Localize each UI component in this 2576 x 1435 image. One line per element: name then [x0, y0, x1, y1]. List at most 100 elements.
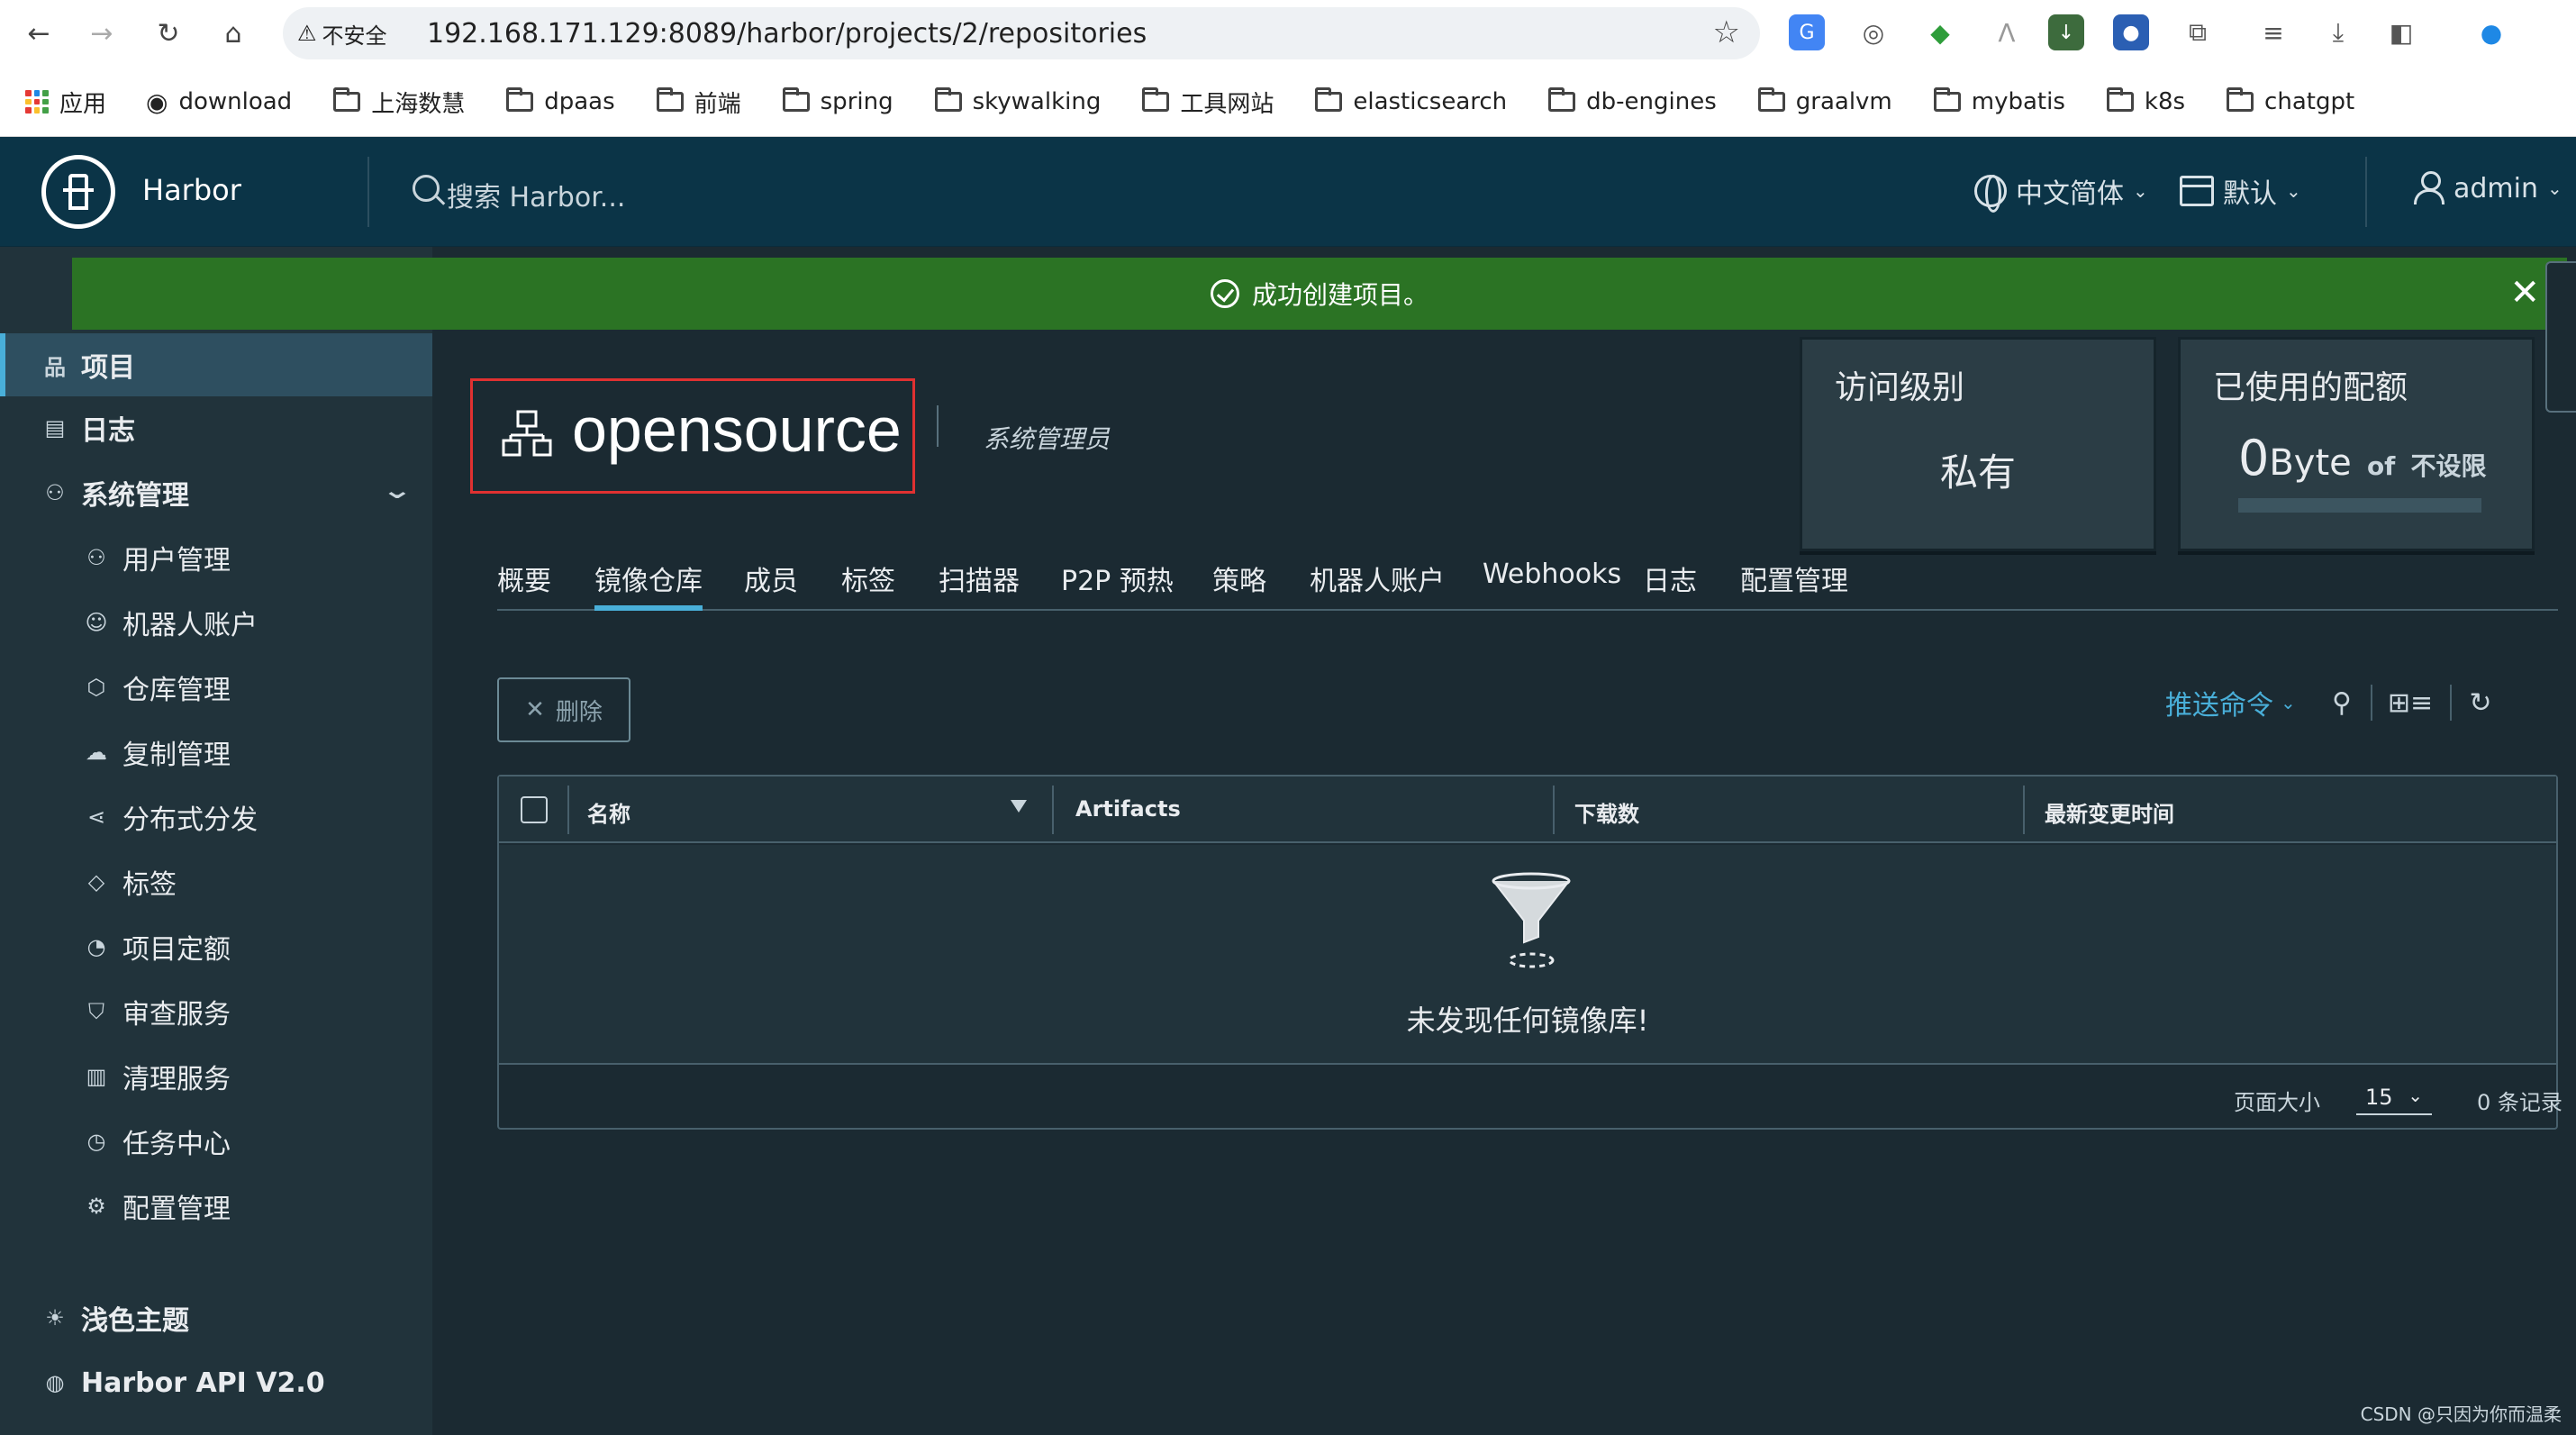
- tab-webhooks[interactable]: Webhooks: [1483, 559, 1621, 611]
- filter-icon[interactable]: [1011, 800, 1027, 813]
- tab-robot-accounts[interactable]: 机器人账户: [1310, 559, 1445, 611]
- tab-logs[interactable]: 日志: [1643, 559, 1697, 611]
- bookmark-mybatis[interactable]: mybatis: [1933, 87, 2065, 115]
- select-all-checkbox[interactable]: [521, 796, 548, 823]
- brand-name[interactable]: Harbor: [142, 173, 241, 207]
- datetime-format-selector[interactable]: 默认 ⌄: [2180, 171, 2301, 211]
- bookmark-elasticsearch[interactable]: elasticsearch: [1315, 87, 1507, 115]
- bookmark-dpaas[interactable]: dpaas: [506, 87, 615, 115]
- downloads-icon[interactable]: ⤓: [2320, 14, 2356, 50]
- sidebar-item-distributions[interactable]: ⋖ 分布式分发: [0, 786, 432, 849]
- tab-repositories[interactable]: 镜像仓库: [594, 559, 703, 611]
- tab-configuration[interactable]: 配置管理: [1740, 559, 1848, 611]
- tab-policy[interactable]: 策略: [1212, 559, 1266, 611]
- bookmark-download[interactable]: ◉ download: [146, 87, 292, 117]
- translate-extension-icon[interactable]: G: [1789, 14, 1825, 50]
- sidebar-item-robot-accounts[interactable]: ☺ 机器人账户: [0, 591, 432, 654]
- header-divider: [2365, 157, 2367, 227]
- column-header-pulls[interactable]: 下载数: [1574, 796, 1639, 828]
- admin-icon: ⚇: [45, 480, 65, 505]
- forward-arrow-icon[interactable]: →: [81, 13, 122, 54]
- page-size-select[interactable]: 15 ⌄: [2356, 1077, 2432, 1115]
- sidebar-item-labels[interactable]: ◇ 标签: [0, 850, 432, 913]
- search-icon[interactable]: [413, 175, 440, 202]
- side-panel-icon[interactable]: ◧: [2383, 14, 2419, 50]
- bookmark-shanghai[interactable]: 上海数慧: [333, 86, 465, 119]
- back-arrow-icon[interactable]: ←: [18, 13, 59, 54]
- a-extension-icon[interactable]: Λ: [1989, 14, 2025, 50]
- sidebar-item-label: 任务中心: [122, 1129, 231, 1160]
- calendar-icon: [2180, 176, 2214, 206]
- sidebar-item-administration[interactable]: ⚇ 系统管理 ⌄: [0, 461, 432, 524]
- profile-avatar-icon[interactable]: ●: [2473, 14, 2509, 50]
- card-list-view-toggle-icon[interactable]: ⊞≡: [2381, 683, 2439, 722]
- bookmark-label: 上海数慧: [371, 90, 466, 118]
- code-extension-icon[interactable]: ◎: [1855, 14, 1891, 50]
- bookmark-label: k8s: [2144, 88, 2186, 115]
- sidebar-item-clean-up[interactable]: ▥ 清理服务: [0, 1045, 432, 1108]
- address-bar[interactable]: ⚠ 不安全 192.168.171.129:8089/harbor/projec…: [283, 7, 1760, 59]
- shield-extension-icon[interactable]: ◆: [1922, 14, 1958, 50]
- sidebar-item-logs[interactable]: ▤ 日志: [0, 396, 432, 459]
- sidebar-item-project-quotas[interactable]: ◔ 项目定额: [0, 915, 432, 978]
- column-header-last-modified[interactable]: 最新变更时间: [2045, 796, 2174, 828]
- reload-icon[interactable]: ↻: [148, 13, 189, 54]
- sidebar-item-label: 标签: [122, 869, 177, 901]
- sidebar-item-registries[interactable]: ⬡ 仓库管理: [0, 656, 432, 719]
- language-label: 中文简体: [2016, 178, 2124, 210]
- column-divider: [2023, 786, 2025, 834]
- sidebar-item-interrogation[interactable]: ⛉ 审查服务: [0, 980, 432, 1043]
- bookmark-k8s[interactable]: k8s: [2106, 87, 2186, 115]
- tab-summary[interactable]: 概要: [497, 559, 551, 611]
- share-icon: ⋖: [86, 804, 106, 830]
- bookmark-label: chatgpt: [2264, 88, 2355, 115]
- bookmark-chatgpt[interactable]: chatgpt: [2227, 87, 2355, 115]
- sidebar-item-label: 用户管理: [122, 545, 231, 577]
- sidebar-item-replications[interactable]: ☁ 复制管理: [0, 721, 432, 784]
- bookmark-apps[interactable]: 应用: [25, 86, 106, 119]
- home-icon[interactable]: ⌂: [213, 13, 254, 54]
- tab-labels[interactable]: 标签: [841, 559, 895, 611]
- tab-p2p-preheat[interactable]: P2P 预热: [1061, 559, 1174, 611]
- column-header-name[interactable]: 名称: [587, 796, 630, 828]
- color-extension-icon[interactable]: ●: [2113, 14, 2149, 50]
- global-search-input[interactable]: 搜索 Harbor...: [447, 175, 625, 214]
- quota-title: 已使用的配额: [2213, 369, 2408, 406]
- media-control-icon[interactable]: ≡: [2255, 14, 2291, 50]
- sidebar-item-configuration[interactable]: ⚙ 配置管理: [0, 1175, 432, 1238]
- bookmark-skywalking[interactable]: skywalking: [934, 87, 1101, 115]
- tab-members[interactable]: 成员: [744, 559, 798, 611]
- quota-icon: ◔: [86, 934, 106, 959]
- close-icon: ✕: [525, 696, 545, 723]
- push-command-dropdown[interactable]: 推送命令 ⌄: [2165, 683, 2296, 722]
- column-header-artifacts[interactable]: Artifacts: [1075, 796, 1181, 822]
- harbor-logo-icon[interactable]: [41, 155, 115, 229]
- bookmark-spring[interactable]: spring: [782, 87, 893, 115]
- security-warning[interactable]: ⚠ 不安全: [297, 17, 387, 50]
- download-extension-icon[interactable]: ↓: [2048, 14, 2084, 50]
- sidebar-item-projects[interactable]: 品 项目: [0, 333, 432, 396]
- refresh-icon[interactable]: ↻: [2461, 683, 2500, 722]
- url-text[interactable]: 192.168.171.129:8089/harbor/projects/2/r…: [427, 18, 1147, 50]
- sidebar-item-job-service[interactable]: ◷ 任务中心: [0, 1110, 432, 1173]
- empty-state-message: 未发现任何镜像库!: [1406, 1004, 1649, 1038]
- harbor-api-link[interactable]: ◍ Harbor API V2.0: [0, 1351, 432, 1414]
- language-selector[interactable]: 中文简体 ⌄: [1974, 171, 2148, 213]
- bookmark-label: db-engines: [1586, 88, 1717, 115]
- bookmark-db-engines[interactable]: db-engines: [1548, 87, 1717, 115]
- sidebar-item-label: 仓库管理: [122, 675, 231, 706]
- search-icon[interactable]: ⚲: [2322, 683, 2362, 722]
- bookmark-frontend[interactable]: 前端: [656, 86, 741, 119]
- delete-label: 删除: [555, 698, 603, 726]
- delete-button[interactable]: ✕ 删除: [497, 677, 630, 742]
- chevron-down-icon: ⌄: [2133, 180, 2148, 202]
- tab-scanner[interactable]: 扫描器: [939, 559, 1020, 611]
- bookmark-graalvm[interactable]: graalvm: [1757, 87, 1892, 115]
- bookmark-star-icon[interactable]: ☆: [1713, 14, 1740, 50]
- user-menu[interactable]: admin ⌄: [2414, 171, 2562, 205]
- light-theme-toggle[interactable]: ☀ 浅色主题: [0, 1286, 432, 1349]
- sidebar-item-label: 分布式分发: [122, 804, 258, 836]
- extensions-puzzle-icon[interactable]: ⧉: [2180, 14, 2216, 50]
- sidebar-item-users[interactable]: ⚇ 用户管理: [0, 526, 432, 589]
- bookmark-tools[interactable]: 工具网站: [1142, 86, 1274, 119]
